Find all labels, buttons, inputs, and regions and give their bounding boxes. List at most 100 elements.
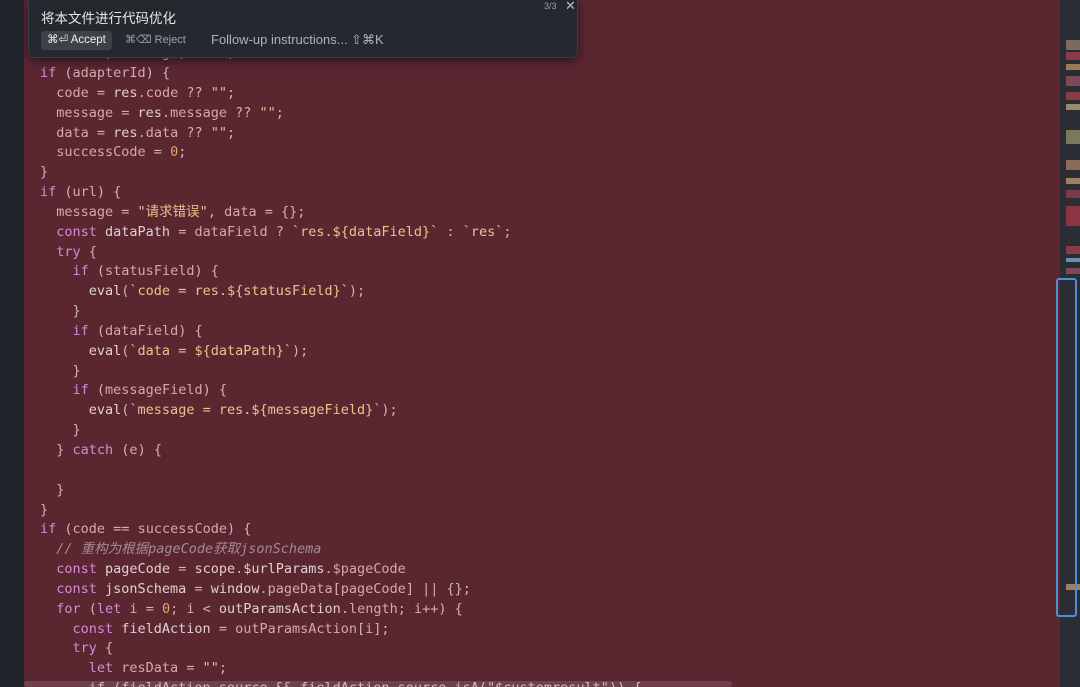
reject-button[interactable]: ⌘⌫ Reject: [125, 32, 186, 49]
code-token: .: [137, 84, 146, 101]
code-token: .: [137, 124, 146, 141]
code-token: let: [96, 600, 122, 617]
code-token: =: [178, 660, 203, 677]
horizontal-scrollbar[interactable]: [24, 681, 732, 687]
minimap-marker: [1066, 104, 1080, 110]
code-token: i: [186, 600, 195, 617]
code-token: :: [438, 223, 463, 240]
code-line: try {: [40, 639, 641, 659]
followup-input[interactable]: Follow-up instructions... ⇧⌘K: [211, 31, 384, 49]
minimap-marker: [1066, 52, 1080, 60]
code-token: i: [121, 600, 138, 617]
code-token: code: [40, 84, 89, 101]
code-token: ?: [267, 223, 292, 240]
code-token: 0: [161, 600, 171, 617]
code-token: (: [88, 322, 106, 339]
code-token: $urlParams: [243, 561, 325, 578]
code-token: ??: [178, 124, 211, 141]
code-token: try: [40, 640, 97, 657]
code-token: // 重构为根据pageCode获取jsonSchema: [40, 541, 322, 558]
code-token: ) {: [178, 322, 203, 339]
code-editor[interactable]: let code, message, data;if (adapterId) {…: [24, 0, 1060, 687]
code-token: =: [170, 223, 195, 240]
code-token: adapterId: [72, 64, 146, 81]
code-line: if (adapterId) {: [40, 64, 641, 84]
minimap-marker: [1066, 246, 1080, 254]
code-token: e: [129, 442, 138, 459]
code-token: const: [40, 561, 97, 578]
code-line: code = res.code ?? "";: [40, 84, 641, 104]
code-token: eval: [40, 402, 122, 419]
code-token: =: [210, 620, 236, 637]
code-token: jsonSchema: [96, 580, 187, 597]
code-token: data: [40, 124, 89, 141]
code-token: if: [40, 263, 89, 280]
minimap-marker: [1066, 268, 1080, 274]
code-token: messageField: [105, 382, 203, 399]
close-icon[interactable]: ✕: [565, 0, 576, 14]
code-token: .: [235, 561, 244, 578]
code-token: );: [291, 342, 309, 359]
code-token: =: [113, 203, 138, 220]
code-token: const: [40, 580, 97, 597]
code-token: ];: [373, 620, 390, 637]
code-token: "请求错误": [137, 203, 208, 220]
code-line: if (code == successCode) {: [40, 520, 641, 540]
minimap-marker: [1066, 190, 1080, 198]
code-line: eval(`code = res.${statusField}`);: [40, 282, 641, 302]
code-token: ,: [207, 203, 225, 220]
code-token: statusField: [105, 263, 195, 280]
code-token: pageData: [267, 580, 333, 597]
code-token: successCode: [137, 521, 227, 538]
code-token: }: [40, 422, 81, 439]
code-token: ;: [275, 104, 284, 121]
accept-button[interactable]: ⌘⏎ Accept: [41, 31, 112, 50]
code-token: );: [381, 402, 398, 419]
code-token: if: [40, 64, 57, 81]
code-token: =: [137, 600, 162, 617]
minimap-marker: [1066, 258, 1080, 262]
code-token: res: [137, 104, 162, 121]
code-token: ++) {: [422, 600, 463, 617]
code-line: const fieldAction = outParamsAction[i];: [40, 620, 641, 640]
code-token: fieldAction: [113, 620, 211, 637]
code-line: successCode = 0;: [40, 143, 641, 163]
code-line: let resData = "";: [40, 659, 641, 679]
code-token: .: [259, 580, 268, 597]
code-token: ;: [227, 124, 236, 141]
code-token: =: [186, 580, 211, 597]
code-token: ) {: [194, 263, 219, 280]
code-token: $pageCode: [332, 561, 406, 578]
code-token: }: [40, 442, 73, 459]
code-token: res: [113, 84, 138, 101]
code-token: `data = ${dataPath}`: [129, 342, 292, 359]
code-token: let: [40, 660, 114, 677]
code-token: catch: [72, 442, 114, 459]
code-token: .: [324, 561, 333, 578]
code-token: ;: [397, 600, 414, 617]
code-token: (: [56, 184, 73, 201]
diff-counter: 3/3: [544, 1, 557, 11]
code-token: if: [40, 184, 57, 201]
code-line: if (messageField) {: [40, 381, 641, 401]
code-line: }: [40, 302, 641, 322]
minimap-slider[interactable]: [1056, 278, 1077, 617]
code-line: }: [40, 501, 641, 521]
code-token: for: [40, 600, 81, 617]
minimap-marker: [1066, 92, 1080, 100]
code-token: ) {: [96, 184, 122, 201]
code-line: for (let i = 0; i < outParamsAction.leng…: [40, 600, 641, 620]
code-token: ;: [503, 223, 512, 240]
minimap-marker: [1066, 160, 1080, 170]
code-line: if (url) {: [40, 183, 641, 203]
code-token: dataField: [194, 223, 268, 240]
code-token: `code = res.${statusField}`: [129, 283, 349, 300]
code-token: `res.${dataField}`: [292, 223, 439, 240]
code-token: outParamsAction: [235, 620, 358, 637]
code-token: code: [72, 521, 106, 538]
code-line: }: [40, 163, 641, 183]
code-token: =: [145, 144, 171, 161]
code-token: res: [113, 124, 138, 141]
code-line: }: [40, 481, 641, 501]
